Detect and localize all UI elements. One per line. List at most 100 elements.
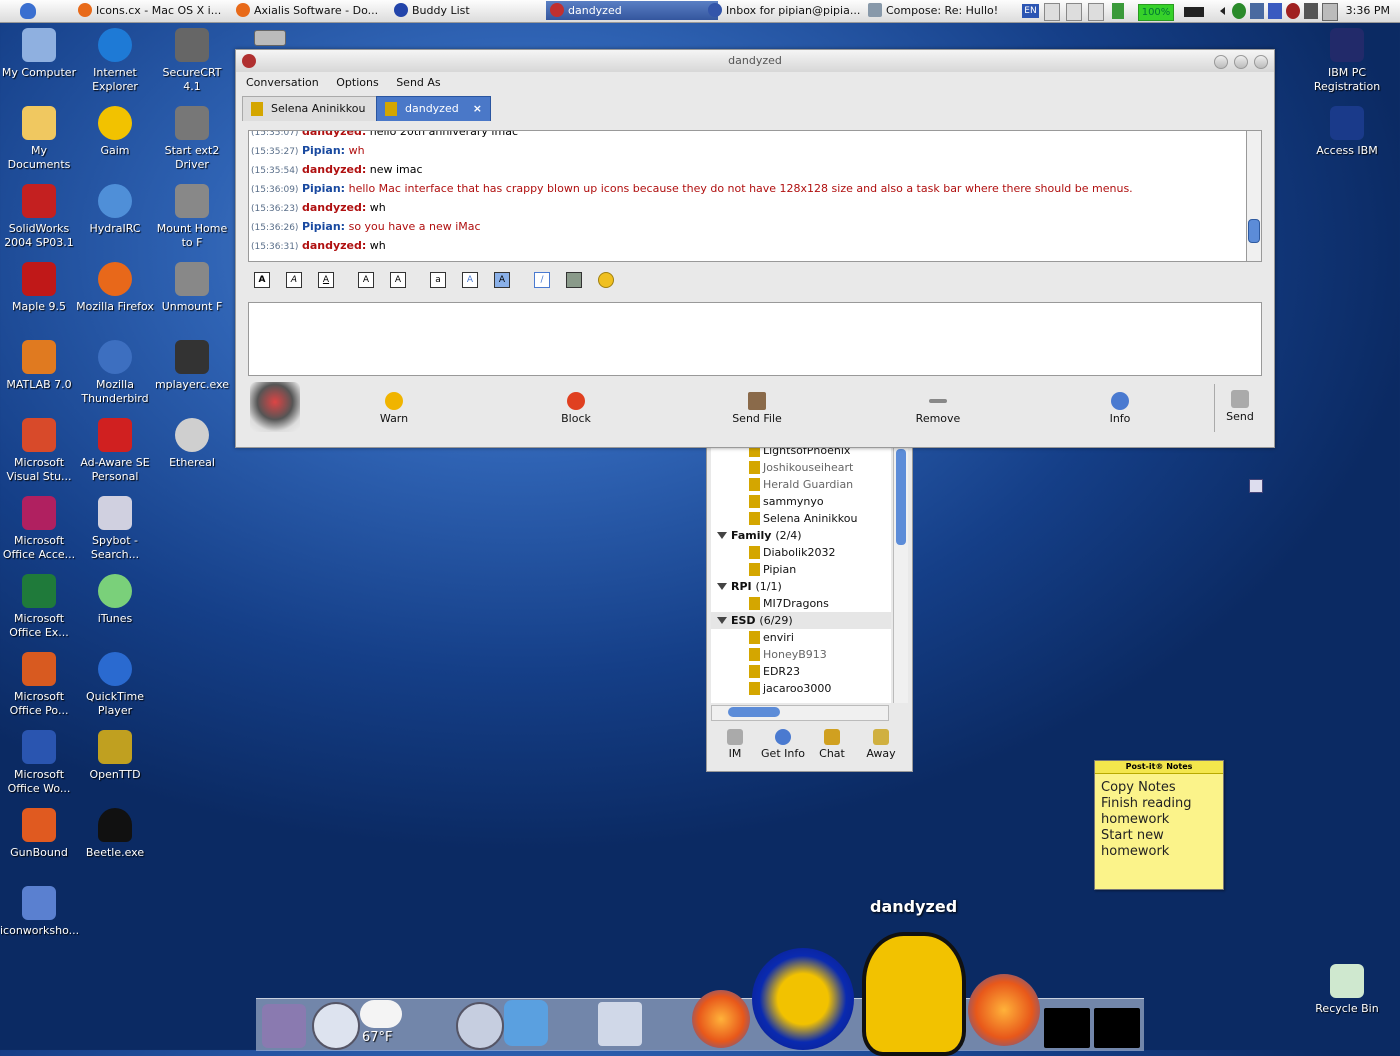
message-input[interactable] (248, 302, 1262, 376)
buddy-row[interactable]: HoneyB913 (711, 646, 891, 663)
power-plug-icon[interactable] (1184, 7, 1204, 17)
firefox-icon[interactable] (968, 974, 1040, 1046)
desktop-icon-iconworkshop[interactable]: iconworksho... (0, 886, 79, 938)
window-titlebar[interactable]: dandyzed (236, 50, 1274, 72)
close-tab-icon[interactable]: × (473, 102, 482, 115)
buddy-row[interactable]: Joshikouseiheart (711, 459, 891, 476)
desktop-icon-visual-studio[interactable]: Microsoft Visual Stu... (0, 418, 78, 484)
block-button[interactable]: Block (536, 392, 616, 425)
desktop-icon-matlab[interactable]: MATLAB 7.0 (0, 340, 78, 392)
group-row[interactable]: ESD (6/29) (711, 612, 891, 629)
desktop-icon-gaim[interactable]: Gaim (76, 106, 154, 158)
menu-conversation[interactable]: Conversation (246, 76, 319, 89)
expand-arrow-icon[interactable] (717, 583, 727, 590)
chart-tray-icon[interactable] (1250, 3, 1264, 19)
desktop-icon-itunes[interactable]: iTunes (76, 574, 154, 626)
desktop-icon-gunbound[interactable]: GunBound (0, 808, 78, 860)
im-button[interactable]: IM (711, 729, 759, 760)
clock-icon[interactable] (312, 1002, 360, 1050)
buddy-row[interactable]: enviri (711, 629, 891, 646)
remove-button[interactable]: Remove (898, 392, 978, 425)
desktop-icon-openttd[interactable]: OpenTTD (76, 730, 154, 782)
tray-icon[interactable] (1066, 3, 1082, 21)
buddy-list-vertical-scrollbar[interactable] (893, 447, 908, 703)
decrease-font-icon[interactable]: A (358, 272, 374, 288)
buddy-row[interactable]: Diabolik2032 (711, 544, 891, 561)
firefox-icon[interactable] (692, 990, 750, 1048)
utility-icon[interactable] (504, 1000, 548, 1046)
get-info-button[interactable]: Get Info (759, 729, 807, 760)
battery-indicator[interactable]: 100% (1138, 4, 1174, 21)
text-color-icon[interactable]: A (462, 272, 478, 288)
taskbar-item-compose[interactable]: Compose: Re: Hullo! (864, 1, 1036, 20)
start-apple-icon[interactable] (20, 3, 36, 19)
buddy-avatar[interactable] (250, 382, 300, 432)
desktop-icon-ethereal[interactable]: Ethereal (153, 418, 231, 470)
desktop-icon-maple[interactable]: Maple 9.5 (0, 262, 78, 314)
network-globe-icon[interactable] (456, 1002, 504, 1050)
desktop-icon-word[interactable]: Microsoft Office Wo... (0, 730, 78, 796)
postit-body[interactable]: Copy Notes Finish reading homework Start… (1095, 774, 1223, 866)
chat-button[interactable]: Chat (808, 729, 856, 760)
buddy-row[interactable]: Selena Aninikkou (711, 510, 891, 527)
minimize-button[interactable] (1214, 55, 1228, 69)
italic-icon[interactable]: A (286, 272, 302, 288)
minimized-window-icon[interactable] (1094, 1008, 1140, 1048)
maximize-button[interactable] (1234, 55, 1248, 69)
postit-note[interactable]: Post-it® Notes Copy Notes Finish reading… (1094, 760, 1224, 890)
trash-icon[interactable] (598, 1002, 642, 1046)
group-row[interactable]: RPI (1/1) (711, 578, 891, 595)
buddy-row[interactable]: LightsofPhoenix (711, 447, 891, 459)
desktop-icon-mount-home[interactable]: Mount Home to F (153, 184, 231, 250)
buddy-row[interactable]: MI7Dragons (711, 595, 891, 612)
buddy-row[interactable]: Herald Guardian (711, 476, 891, 493)
tray-icon[interactable] (1232, 3, 1246, 19)
minimized-window-icon[interactable] (1044, 1008, 1090, 1048)
desktop-icon-solidworks[interactable]: SolidWorks 2004 SP03.1 (0, 184, 78, 250)
desktop-icon-start-ext2[interactable]: Start ext2 Driver (153, 106, 231, 172)
network-icon[interactable] (1112, 3, 1124, 19)
weather-cloud-icon[interactable] (360, 1000, 402, 1028)
send-file-button[interactable]: Send File (717, 392, 797, 425)
expand-arrow-icon[interactable] (717, 532, 727, 539)
group-row[interactable]: Family (2/4) (711, 527, 891, 544)
drive-icon[interactable] (254, 30, 286, 46)
desktop-icon-powerpoint[interactable]: Microsoft Office Po... (0, 652, 78, 718)
taskbar-item-buddy-list[interactable]: Buddy List (390, 1, 562, 20)
away-button[interactable]: Away (857, 729, 905, 760)
font-face-icon[interactable]: a (430, 272, 446, 288)
taskbar-item-icons[interactable]: Icons.cx - Mac OS X i... (74, 1, 246, 20)
scrollbar-thumb[interactable] (1248, 219, 1260, 243)
buddy-list-horizontal-scrollbar[interactable] (711, 705, 889, 721)
desktop-icon-excel[interactable]: Microsoft Office Ex... (0, 574, 78, 640)
scrollbar-thumb[interactable] (728, 707, 780, 717)
increase-font-icon[interactable]: A (390, 272, 406, 288)
desktop-icon-quicktime[interactable]: QuickTime Player (76, 652, 154, 718)
tab-dandyzed[interactable]: dandyzed × (376, 96, 491, 121)
info-button[interactable]: Info (1080, 392, 1160, 425)
background-color-icon[interactable]: A (494, 272, 510, 288)
aim-running-man-icon[interactable] (862, 932, 966, 1056)
scrollbar-thumb[interactable] (896, 449, 906, 545)
link-icon[interactable]: / (534, 272, 550, 288)
home-icon[interactable] (262, 1004, 306, 1048)
desktop-icon-firefox[interactable]: Mozilla Firefox (76, 262, 154, 314)
tray-collapse-icon[interactable] (1220, 7, 1225, 15)
help-icon[interactable] (1088, 3, 1104, 21)
taskbar-item-dandyzed[interactable]: dandyzed (546, 1, 718, 20)
buddy-row[interactable]: jacaroo3000 (711, 680, 891, 697)
desktop-icon-spybot[interactable]: Spybot - Search... (76, 496, 154, 562)
taskbar-item-inbox[interactable]: Inbox for pipian@pipia... (704, 1, 876, 20)
menu-options[interactable]: Options (336, 76, 378, 89)
message-log[interactable]: (15:35:07) dandyzed: hello 20th annivera… (248, 130, 1250, 262)
underline-icon[interactable]: A (318, 272, 334, 288)
buddy-row[interactable]: sammynyo (711, 493, 891, 510)
widget-icon[interactable] (1249, 479, 1263, 493)
tab-selena-aninikkou[interactable]: Selena Aninikkou× (242, 96, 398, 121)
buddy-row[interactable]: Pipian (711, 561, 891, 578)
desktop-icon-recycle-bin[interactable]: Recycle Bin (1308, 964, 1386, 1016)
desktop-icon-access-ibm[interactable]: Access IBM (1308, 106, 1386, 158)
desktop-icon-my-documents[interactable]: My Documents (0, 106, 78, 172)
printer-icon[interactable] (1322, 3, 1338, 21)
warn-button[interactable]: Warn (354, 392, 434, 425)
